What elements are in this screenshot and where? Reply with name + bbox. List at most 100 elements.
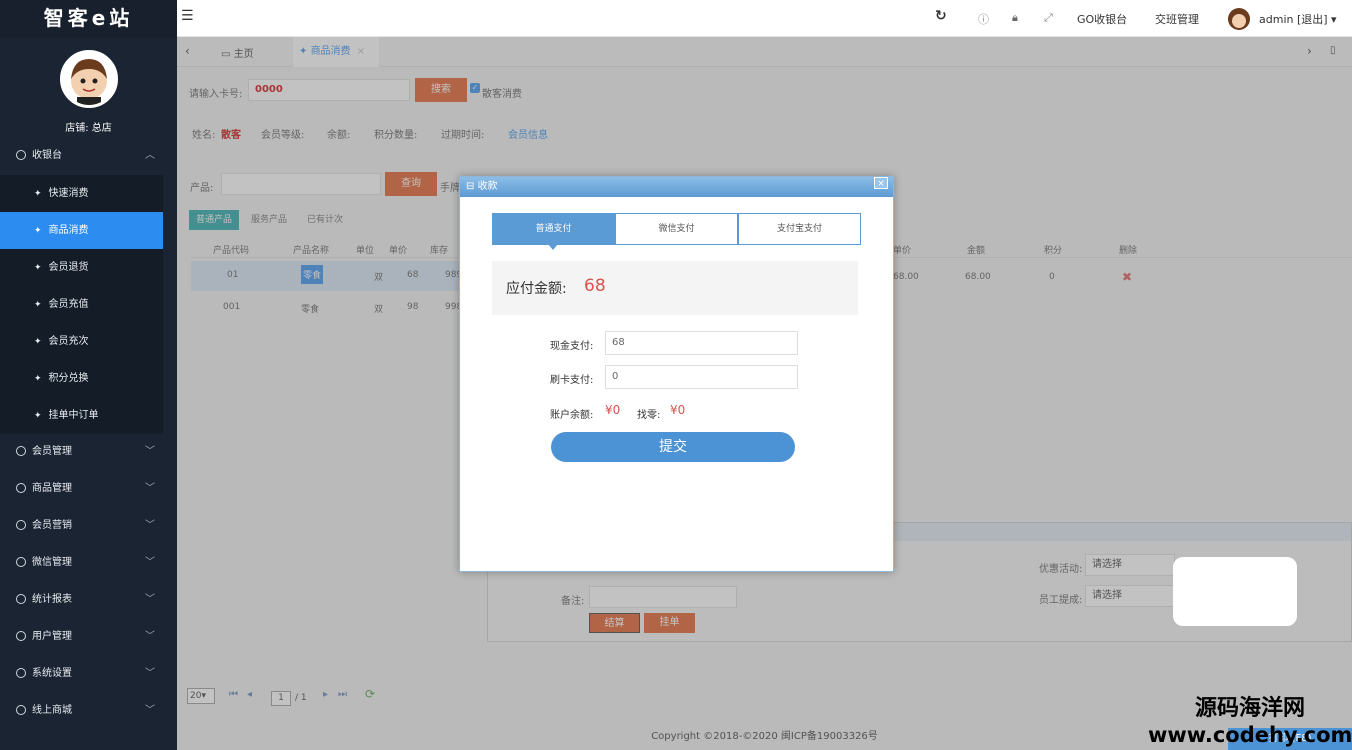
chevron-down-icon: ﹀ <box>145 483 155 494</box>
user-menu[interactable]: admin [退出] ▾ <box>1259 11 1337 27</box>
menu-label: 会员充值 <box>48 299 89 310</box>
change-label: 找零: <box>637 410 661 421</box>
pin-icon: ✦ <box>34 189 42 199</box>
close-modal-icon[interactable]: × <box>874 177 888 189</box>
change-value: ¥0 <box>670 403 686 417</box>
menu-label: 系统设置 <box>32 668 72 679</box>
menu-label: 会员管理 <box>32 446 72 457</box>
lock-icon[interactable]: 🔒︎ <box>1012 11 1018 25</box>
card-pay-input[interactable]: 0 <box>605 365 798 389</box>
menu-label: 收银台 <box>32 150 62 161</box>
go-cashier-link[interactable]: GO收银台 <box>1077 11 1127 27</box>
sidebar: 智客e站 店铺: 总店 收银台 ︿ ✦ 快速消费 ✦ 商品消费 ✦ 会员退货 ✦ 会员充值… <box>0 0 177 750</box>
pin-icon: ✦ <box>34 226 42 236</box>
payment-modal: ⊟ 收款 × 普通支付 微信支付 支付宝支付 应付金额: 68 现金支付: 68… <box>459 176 894 572</box>
dashboard-icon <box>16 705 26 715</box>
menu-label: 会员充次 <box>48 336 89 347</box>
card-pay-label: 刷卡支付: <box>550 375 594 386</box>
fullscreen-icon[interactable]: ⤢ <box>1044 11 1053 25</box>
menu-label: 微信管理 <box>32 557 72 568</box>
avatar-image <box>71 59 107 105</box>
menu-cashier[interactable]: 收银台 ︿ <box>0 137 177 174</box>
window-icon: ⊟ <box>466 181 478 192</box>
menu-label: 统计报表 <box>32 594 72 605</box>
dashboard-icon <box>16 446 26 456</box>
avatar-face <box>1232 14 1246 28</box>
menu-reports[interactable]: 统计报表 ﹀ <box>0 581 177 618</box>
tab-alipay[interactable]: 支付宝支付 <box>738 213 861 245</box>
chevron-down-icon: ﹀ <box>145 557 155 568</box>
refresh-icon[interactable]: ↻ <box>935 8 947 24</box>
menu-label: 会员营销 <box>32 520 72 531</box>
app-logo: 智客e站 <box>0 0 177 37</box>
menu-label: 商品管理 <box>32 483 72 494</box>
chevron-down-icon: ﹀ <box>145 520 155 531</box>
menu-label: 商品消费 <box>48 225 89 236</box>
menu-toggle-icon[interactable]: ☰ <box>181 8 194 24</box>
menu-points-exchange[interactable]: ✦ 积分兑换 <box>0 360 163 397</box>
pin-icon: ✦ <box>34 411 42 421</box>
dashboard-icon <box>16 150 26 160</box>
chevron-down-icon: ﹀ <box>145 631 155 642</box>
info-icon[interactable]: ⓘ <box>978 11 989 27</box>
watermark-line1: 源码海洋网 <box>1194 696 1305 721</box>
user-label: admin [退出] <box>1259 13 1328 26</box>
pin-icon: ✦ <box>34 374 42 384</box>
menu-user-mgmt[interactable]: 用户管理 ﹀ <box>0 618 177 655</box>
menu-online-mall[interactable]: 线上商城 ﹀ <box>0 692 177 729</box>
amount-due-label: 应付金额: <box>506 281 567 297</box>
account-balance-label: 账户余额: <box>550 410 594 421</box>
chevron-down-icon: ﹀ <box>145 594 155 605</box>
chevron-down-icon: ﹀ <box>145 446 155 457</box>
pin-icon: ✦ <box>34 337 42 347</box>
active-tab-pointer <box>548 244 558 250</box>
avatar[interactable] <box>60 50 118 108</box>
menu-product-mgmt[interactable]: 商品管理 ﹀ <box>0 470 177 507</box>
menu-quick-consume[interactable]: ✦ 快速消费 <box>0 175 163 212</box>
amount-due-value: 68 <box>584 276 606 296</box>
dashboard-icon <box>16 668 26 678</box>
submit-button[interactable]: 提交 <box>551 432 795 462</box>
floating-panel <box>1173 557 1297 626</box>
menu-label: 快速消费 <box>48 188 89 199</box>
cash-input[interactable]: 68 <box>605 331 798 355</box>
dashboard-icon <box>16 594 26 604</box>
menu-wechat-mgmt[interactable]: 微信管理 ﹀ <box>0 544 177 581</box>
chevron-up-icon: ︿ <box>145 150 155 161</box>
watermark-line2: www.codehy.com <box>1148 723 1352 747</box>
store-label: 店铺: 总店 <box>65 123 112 134</box>
chevron-down-icon: ﹀ <box>145 668 155 679</box>
dashboard-icon <box>16 631 26 641</box>
dashboard-icon <box>16 483 26 493</box>
dashboard-icon <box>16 557 26 567</box>
pin-icon: ✦ <box>34 300 42 310</box>
caret-down-icon: ▾ <box>1331 13 1337 26</box>
menu-member-recharge[interactable]: ✦ 会员充值 <box>0 286 163 323</box>
menu-member-marketing[interactable]: 会员营销 ﹀ <box>0 507 177 544</box>
user-avatar[interactable] <box>1228 8 1250 30</box>
tab-wechat-pay[interactable]: 微信支付 <box>615 213 738 245</box>
menu-product-consume[interactable]: ✦ 商品消费 <box>0 212 163 249</box>
menu-label: 线上商城 <box>32 705 72 716</box>
modal-title: 收款 <box>477 181 498 192</box>
menu-label: 积分兑换 <box>48 373 89 384</box>
top-bar: ☰ ↻ ⓘ 🔒︎ ⤢ GO收银台 交班管理 admin [退出] ▾ <box>177 0 1352 37</box>
chevron-down-icon: ﹀ <box>145 705 155 716</box>
pin-icon: ✦ <box>34 263 42 273</box>
dashboard-icon <box>16 520 26 530</box>
cash-label: 现金支付: <box>550 341 594 352</box>
tab-normal-pay[interactable]: 普通支付 <box>492 213 615 245</box>
menu-member-times[interactable]: ✦ 会员充次 <box>0 323 163 360</box>
shift-management-link[interactable]: 交班管理 <box>1155 11 1199 27</box>
menu-label: 会员退货 <box>48 262 89 273</box>
modal-header: ⊟ 收款 <box>460 177 893 197</box>
menu-member-return[interactable]: ✦ 会员退货 <box>0 249 163 286</box>
account-balance-value: ¥0 <box>605 403 621 417</box>
menu-label: 挂单中订单 <box>48 410 99 421</box>
menu-label: 用户管理 <box>32 631 72 642</box>
amount-due-box: 应付金额: 68 <box>492 261 858 315</box>
watermark: 源码海洋网 www.codehy.com <box>1148 695 1352 750</box>
menu-system-settings[interactable]: 系统设置 ﹀ <box>0 655 177 692</box>
menu-held-orders[interactable]: ✦ 挂单中订单 <box>0 397 163 434</box>
menu-member-mgmt[interactable]: 会员管理 ﹀ <box>0 433 177 470</box>
